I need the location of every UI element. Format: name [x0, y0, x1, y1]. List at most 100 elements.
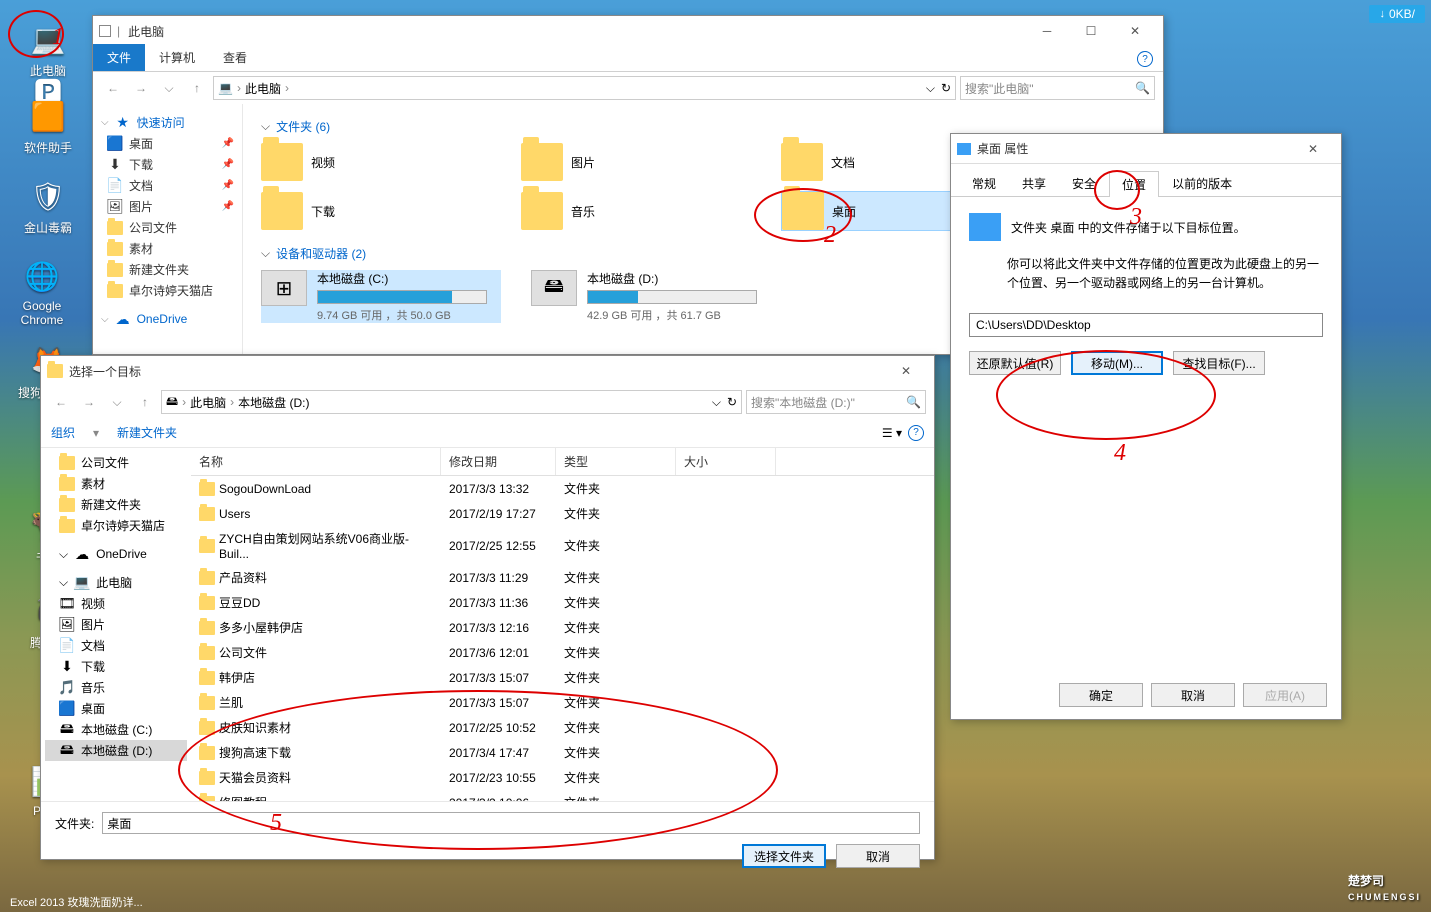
up-button[interactable]: ↑: [133, 390, 157, 414]
col-name[interactable]: 名称: [191, 448, 441, 475]
list-row[interactable]: 兰肌2017/3/3 15:07文件夹: [191, 690, 934, 715]
tab-1[interactable]: 共享: [1009, 170, 1059, 196]
tree-item[interactable]: 🖼图片📌: [97, 196, 238, 217]
tree-item[interactable]: 📄文档: [45, 635, 187, 656]
list-row[interactable]: 多多小屋韩伊店2017/3/3 12:16文件夹: [191, 615, 934, 640]
tree-item[interactable]: 🟦桌面: [45, 698, 187, 719]
ribbon-tab-view[interactable]: 查看: [209, 44, 261, 71]
col-date[interactable]: 修改日期: [441, 448, 556, 475]
tree-item[interactable]: 🟦桌面📌: [97, 133, 238, 154]
search-box[interactable]: 搜索"本地磁盘 (D:)"🔍: [746, 390, 926, 414]
apply-button[interactable]: 应用(A): [1243, 683, 1327, 707]
drive-item[interactable]: 🖴本地磁盘 (D:)42.9 GB 可用 ，共 61.7 GB: [531, 270, 771, 323]
up-button[interactable]: ↑: [185, 76, 209, 100]
tree-item[interactable]: 🖴本地磁盘 (D:): [45, 740, 187, 761]
titlebar[interactable]: 桌面 属性 ✕: [951, 134, 1341, 164]
tree-item[interactable]: 📄文档📌: [97, 175, 238, 196]
tree-item[interactable]: 公司文件: [45, 452, 187, 473]
tree-item[interactable]: 素材: [45, 473, 187, 494]
tab-4[interactable]: 以前的版本: [1159, 170, 1245, 196]
tree-item[interactable]: ⬇下载📌: [97, 154, 238, 175]
folder-vid[interactable]: 视频: [261, 143, 481, 181]
tree-item[interactable]: ⌵☁OneDrive: [97, 309, 238, 329]
list-row[interactable]: SogouDownLoad2017/3/3 13:32文件夹: [191, 476, 934, 501]
tree-item[interactable]: 🖼图片: [45, 614, 187, 635]
list-row[interactable]: ZYCH自由策划网站系统V06商业版-Buil...2017/2/25 12:5…: [191, 526, 934, 565]
help-button[interactable]: ?: [1137, 51, 1153, 67]
breadcrumb-this-pc[interactable]: 此电脑: [245, 80, 281, 97]
tree-item[interactable]: 🎞视频: [45, 593, 187, 614]
close-button[interactable]: ✕: [884, 356, 928, 386]
back-button[interactable]: ←: [49, 390, 73, 414]
tree-item[interactable]: 卓尔诗婷天猫店: [45, 515, 187, 536]
cancel-button[interactable]: 取消: [1151, 683, 1235, 707]
col-type[interactable]: 类型: [556, 448, 676, 475]
close-button[interactable]: ✕: [1113, 16, 1157, 46]
minimize-button[interactable]: ─: [1025, 16, 1069, 46]
col-size[interactable]: 大小: [676, 448, 776, 475]
tree-item[interactable]: 🖴本地磁盘 (C:): [45, 719, 187, 740]
folder-mus[interactable]: 音乐: [521, 191, 741, 231]
titlebar[interactable]: 选择一个目标 ✕: [41, 356, 934, 386]
folder-input[interactable]: [102, 812, 920, 834]
tree-item[interactable]: 卓尔诗婷天猫店: [97, 280, 238, 301]
list-row[interactable]: 产品资料2017/3/3 11:29文件夹: [191, 565, 934, 590]
nav-pane[interactable]: 公司文件素材新建文件夹卓尔诗婷天猫店⌵☁OneDrive⌵💻此电脑🎞视频🖼图片📄…: [41, 448, 191, 801]
refresh-icon[interactable]: ↻: [727, 395, 737, 410]
desktop-icon-chrome[interactable]: 🌐Google Chrome: [12, 255, 72, 327]
address-bar[interactable]: 🖴› 此电脑› 本地磁盘 (D:) ⌵↻: [161, 390, 742, 414]
tree-item[interactable]: 🎵音乐: [45, 677, 187, 698]
folder-dl[interactable]: 下载: [261, 191, 481, 231]
close-button[interactable]: ✕: [1291, 134, 1335, 164]
file-list[interactable]: 名称 修改日期 类型 大小 SogouDownLoad2017/3/3 13:3…: [191, 448, 934, 801]
recent-dropdown[interactable]: ⌵: [157, 76, 181, 100]
maximize-button[interactable]: ☐: [1069, 16, 1113, 46]
ok-button[interactable]: 确定: [1059, 683, 1143, 707]
tree-item[interactable]: ⌵★快速访问: [97, 112, 238, 133]
list-row[interactable]: 皮肤知识素材2017/2/25 10:52文件夹: [191, 715, 934, 740]
desktop-icon-apps[interactable]: 🟧软件助手: [18, 95, 78, 156]
find-target-button[interactable]: 查找目标(F)...: [1173, 351, 1265, 375]
tree-item[interactable]: 新建文件夹: [97, 259, 238, 280]
tab-2[interactable]: 安全: [1059, 170, 1109, 196]
address-bar[interactable]: 💻› 此电脑› ⌵↻: [213, 76, 956, 100]
list-row[interactable]: 公司文件2017/3/6 12:01文件夹: [191, 640, 934, 665]
search-box[interactable]: 搜索"此电脑"🔍: [960, 76, 1155, 100]
restore-default-button[interactable]: 还原默认值(R): [969, 351, 1061, 375]
refresh-icon[interactable]: ↻: [941, 81, 951, 96]
list-row[interactable]: 天猫会员资料2017/2/23 10:55文件夹: [191, 765, 934, 790]
location-path-input[interactable]: [969, 313, 1323, 337]
tab-0[interactable]: 常规: [959, 170, 1009, 196]
folder-pic[interactable]: 图片: [521, 143, 741, 181]
address-dropdown-icon[interactable]: ⌵: [926, 81, 935, 96]
tree-item[interactable]: ⬇下载: [45, 656, 187, 677]
tree-item[interactable]: 公司文件: [97, 217, 238, 238]
view-button[interactable]: ☰ ▾: [882, 426, 902, 440]
recent-dropdown[interactable]: ⌵: [105, 390, 129, 414]
tab-3[interactable]: 位置: [1109, 171, 1159, 197]
list-row[interactable]: 豆豆DD2017/3/3 11:36文件夹: [191, 590, 934, 615]
back-button[interactable]: ←: [101, 76, 125, 100]
network-speed-widget[interactable]: ↓ 0KB/: [1369, 5, 1425, 23]
new-folder-button[interactable]: 新建文件夹: [117, 424, 177, 441]
ribbon-tab-computer[interactable]: 计算机: [145, 44, 209, 71]
list-header[interactable]: 名称 修改日期 类型 大小: [191, 448, 934, 476]
tree-item[interactable]: ⌵☁OneDrive: [45, 544, 187, 564]
list-row[interactable]: 修图教程2017/3/2 10:06文件夹: [191, 790, 934, 801]
select-folder-button[interactable]: 选择文件夹: [742, 844, 826, 868]
move-button[interactable]: 移动(M)...: [1071, 351, 1163, 375]
forward-button[interactable]: →: [77, 390, 101, 414]
cancel-button[interactable]: 取消: [836, 844, 920, 868]
list-row[interactable]: 搜狗高速下载2017/3/4 17:47文件夹: [191, 740, 934, 765]
ribbon-tab-file[interactable]: 文件: [93, 44, 145, 71]
help-button[interactable]: ?: [908, 425, 924, 441]
address-dropdown-icon[interactable]: ⌵: [712, 395, 721, 410]
titlebar[interactable]: | 此电脑 ─ ☐ ✕: [93, 16, 1163, 46]
tree-item[interactable]: 新建文件夹: [45, 494, 187, 515]
tree-item[interactable]: 素材: [97, 238, 238, 259]
organize-menu[interactable]: 组织: [51, 424, 75, 441]
breadcrumb-drive-d[interactable]: 本地磁盘 (D:): [238, 394, 309, 411]
nav-pane[interactable]: ⌵★快速访问🟦桌面📌⬇下载📌📄文档📌🖼图片📌公司文件素材新建文件夹卓尔诗婷天猫店…: [93, 104, 243, 354]
desktop-icon-shield[interactable]: 🛡金山毒霸: [18, 175, 78, 236]
drive-item[interactable]: ⊞本地磁盘 (C:)9.74 GB 可用 ，共 50.0 GB: [261, 270, 501, 323]
